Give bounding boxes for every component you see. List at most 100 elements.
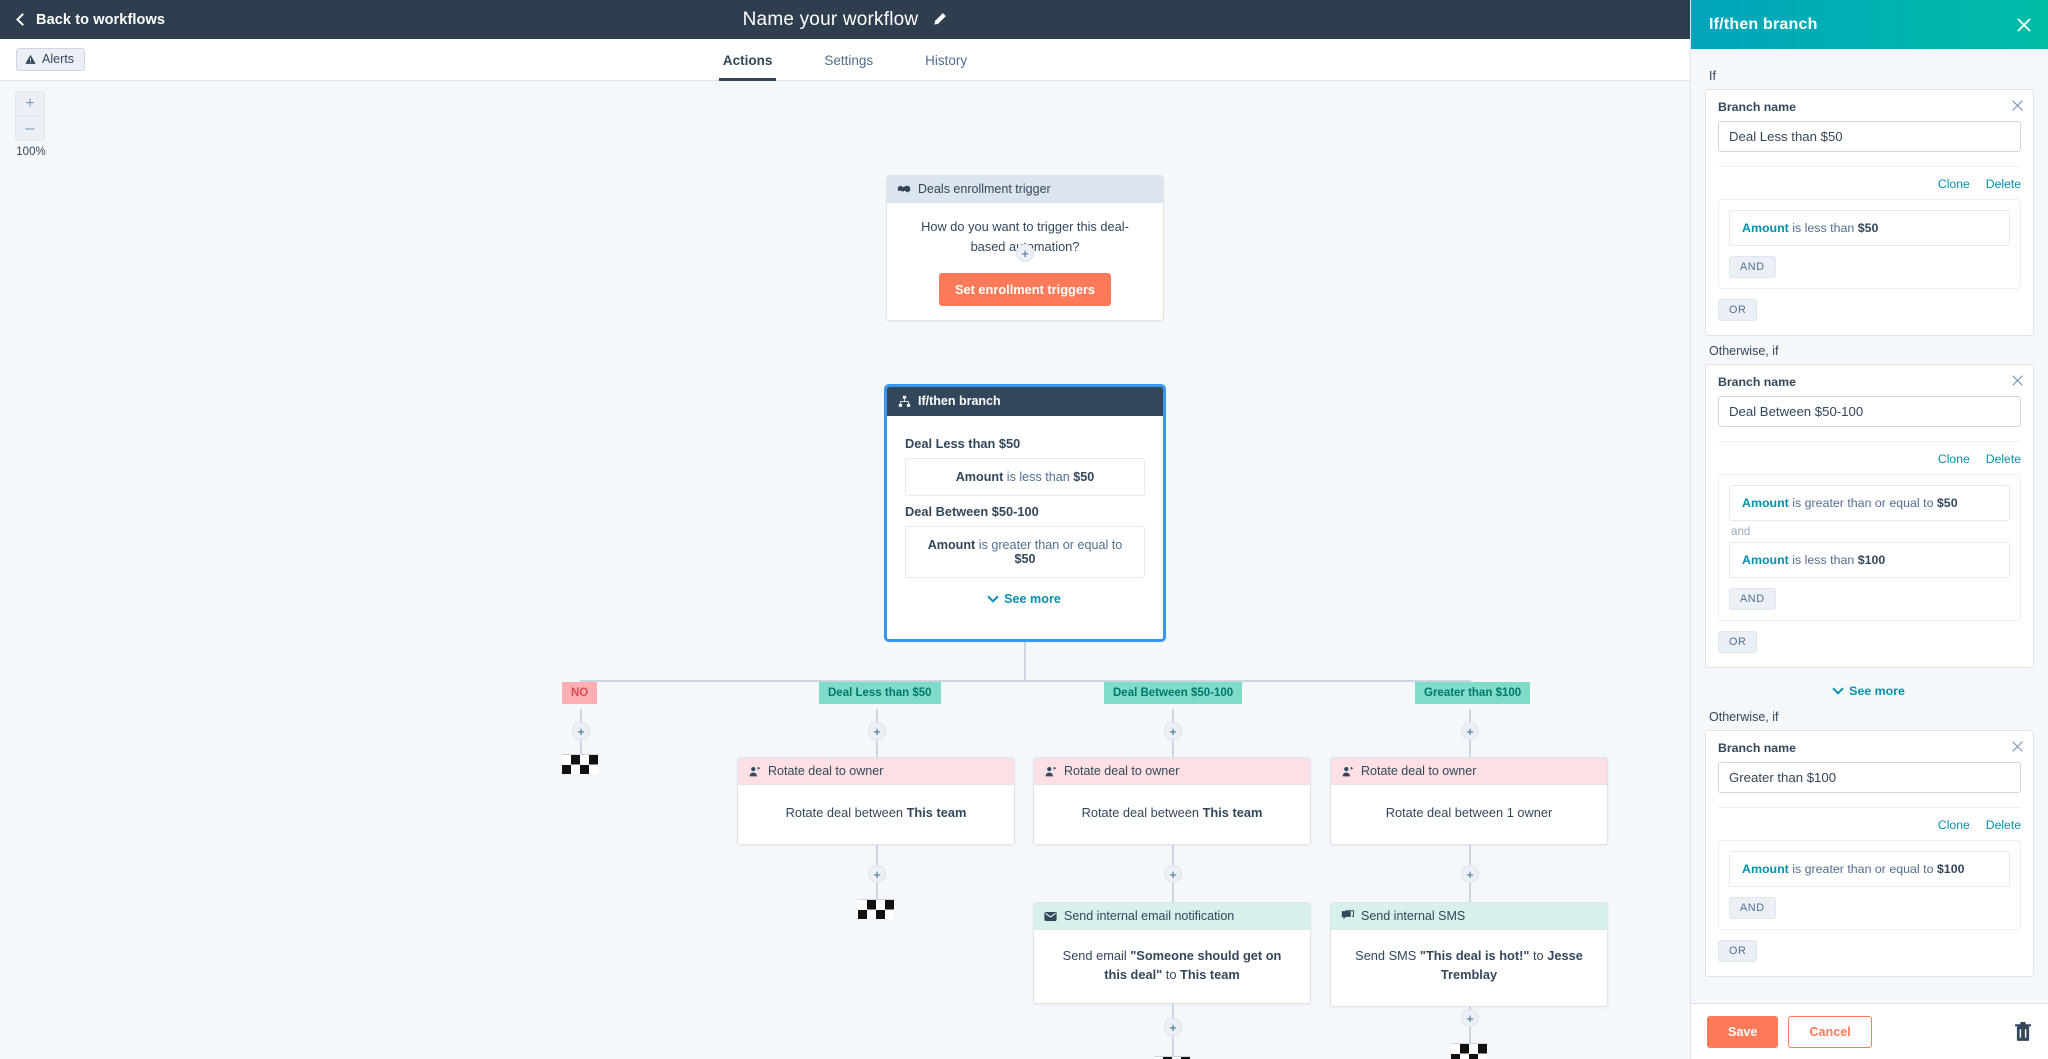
rotate-card-body: Rotate deal between This team [1034, 785, 1310, 844]
add-step-button[interactable]: + [1461, 722, 1479, 740]
email-card-body: Send email "Someone should get on this d… [1034, 930, 1310, 1000]
connector-line [580, 680, 1470, 682]
filter-field: Amount [1742, 862, 1789, 876]
and-chip-0[interactable]: AND [1729, 256, 1776, 278]
filter-operator: is greater than or equal to [1788, 862, 1937, 876]
add-step-button[interactable]: + [1164, 1018, 1182, 1036]
cancel-button[interactable]: Cancel [1788, 1015, 1872, 1048]
add-step-button[interactable]: + [868, 865, 886, 883]
filter-row-1-1[interactable]: Amount is less than $100 [1729, 542, 2010, 578]
zoom-out-button[interactable]: – [15, 116, 45, 141]
clone-button-0[interactable]: Clone [1938, 177, 1970, 191]
zoom-in-button[interactable]: + [15, 91, 45, 116]
filter-wrapper-0: Amount is less than $50 AND [1718, 199, 2021, 289]
filter-field: Amount [1742, 553, 1789, 567]
email-card-title: Send internal email notification [1064, 909, 1235, 923]
panel-body[interactable]: If Branch name Clone Delete [1691, 49, 2048, 1003]
filter-row-0-0[interactable]: Amount is less than $50 [1729, 210, 2010, 246]
branch-conditions-group-1: Clone Delete Amount is greater than or e… [1718, 441, 2021, 653]
branch-name-label-2: Branch name [1718, 741, 1796, 755]
email-card-text-mid: to [1162, 967, 1181, 983]
canvas-see-more-label: See more [1004, 592, 1061, 606]
email-card-header: Send internal email notification [1034, 903, 1310, 930]
add-step-button[interactable]: + [1461, 1009, 1479, 1027]
sms-card-message: "This deal is hot!" [1419, 948, 1530, 963]
and-chip-wrap-0: AND [1729, 256, 2010, 278]
rotate-deal-card-2[interactable]: Rotate deal to owner Rotate deal between… [1033, 757, 1311, 846]
email-card-recipient: This team [1180, 967, 1240, 983]
workflow-canvas[interactable]: + – 100% + Deals enrollment trigger How … [0, 81, 1690, 1059]
and-chip-2[interactable]: AND [1729, 897, 1776, 919]
panel-footer: Save Cancel [1691, 1003, 2048, 1059]
panel-see-more-button-1[interactable]: See more [1705, 672, 2034, 702]
remove-branch-icon[interactable] [2011, 99, 2024, 112]
send-internal-email-card[interactable]: Send internal email notification Send em… [1033, 902, 1311, 1004]
trash-delete-icon[interactable] [2014, 1021, 2032, 1042]
branch-label-deal-less-50[interactable]: Deal Less than $50 [819, 682, 941, 704]
add-step-button[interactable]: + [1164, 865, 1182, 883]
pencil-edit-icon[interactable] [932, 12, 947, 27]
add-step-button[interactable]: + [1461, 865, 1479, 883]
zoom-level-label: 100% [16, 146, 46, 158]
clone-button-2[interactable]: Clone [1938, 818, 1970, 832]
tab-history[interactable]: History [921, 39, 971, 81]
branch-label-greater-100[interactable]: Greater than $100 [1415, 682, 1531, 704]
filter-operator: is less than [1788, 553, 1858, 567]
clone-button-1[interactable]: Clone [1938, 452, 1970, 466]
filter-wrapper-2: Amount is greater than or equal to $100 … [1718, 840, 2021, 930]
canvas-condition-1: Amount is greater than or equal to $50 [905, 526, 1145, 578]
back-to-workflows-label: Back to workflows [36, 11, 166, 28]
branch-label-no[interactable]: NO [562, 682, 598, 704]
add-step-button[interactable]: + [1164, 722, 1182, 740]
sms-card-body: Send SMS "This deal is hot!" to Jesse Tr… [1331, 930, 1607, 1006]
remove-branch-icon[interactable] [2011, 740, 2024, 753]
save-button[interactable]: Save [1707, 1015, 1779, 1048]
add-step-button[interactable]: + [1016, 244, 1034, 262]
filter-value: $100 [1936, 862, 1965, 876]
filter-row-1-0[interactable]: Amount is greater than or equal to $50 [1729, 485, 2010, 521]
rotate-card-header: Rotate deal to owner [1331, 758, 1607, 785]
email-card-text-pre: Send email [1062, 948, 1131, 963]
sms-card-title: Send internal SMS [1361, 909, 1466, 923]
if-then-branch-card[interactable]: If/then branch Deal Less than $50 Amount… [884, 384, 1166, 642]
canvas-branch-name-0: Deal Less than $50 [905, 436, 1021, 451]
canvas-see-more-button[interactable]: See more [905, 578, 1145, 606]
branch-name-input-0[interactable] [1718, 121, 2021, 152]
set-enrollment-triggers-button[interactable]: Set enrollment triggers [938, 272, 1112, 306]
or-chip-1[interactable]: OR [1718, 631, 1758, 653]
filter-operator: is greater than or equal to [1788, 496, 1937, 510]
workflow-editor-page: Back to workflows Name your workflow Ale… [0, 0, 2048, 1059]
close-icon[interactable] [2016, 17, 2032, 33]
branch-label-deal-between-50-100[interactable]: Deal Between $50-100 [1104, 682, 1243, 704]
send-internal-sms-card[interactable]: Send internal SMS Send SMS "This deal is… [1330, 902, 1608, 1008]
workflow-title-group: Name your workflow [0, 0, 1690, 39]
delete-button-1[interactable]: Delete [1986, 452, 2021, 466]
and-connector-word-1: and [1731, 525, 1751, 538]
or-chip-wrap-1: OR [1718, 631, 2021, 653]
branch-name-input-2[interactable] [1718, 762, 2021, 793]
add-step-button[interactable]: + [572, 722, 590, 740]
panel-scroll-area: If Branch name Clone Delete [1691, 49, 2048, 989]
branch-conditions-group-0: Clone Delete Amount is less than $50 AND [1718, 166, 2021, 321]
delete-button-0[interactable]: Delete [1986, 177, 2021, 191]
tab-settings[interactable]: Settings [820, 39, 877, 81]
or-chip-0[interactable]: OR [1718, 299, 1758, 321]
filter-row-2-0[interactable]: Amount is greater than or equal to $100 [1729, 851, 2010, 887]
if-then-branch-panel: If/then branch If Branch name Clone [1690, 0, 2048, 1059]
workflow-end-flag [562, 754, 598, 774]
sub-navigation-bar: Alerts Actions Settings History [0, 39, 1690, 81]
delete-button-2[interactable]: Delete [1986, 818, 2021, 832]
back-to-workflows-link[interactable]: Back to workflows [16, 11, 166, 28]
branch-name-input-1[interactable] [1718, 396, 2021, 427]
filter-field: Amount [1742, 496, 1789, 510]
tab-actions[interactable]: Actions [718, 39, 777, 81]
remove-branch-icon[interactable] [2011, 374, 2024, 387]
rotate-deal-card-1[interactable]: Rotate deal to owner Rotate deal between… [737, 757, 1015, 846]
add-step-button[interactable]: + [868, 722, 886, 740]
and-chip-1[interactable]: AND [1729, 588, 1776, 610]
rotate-deal-card-3[interactable]: Rotate deal to owner Rotate deal between… [1330, 757, 1608, 846]
or-chip-2[interactable]: OR [1718, 940, 1758, 962]
canvas-condition-1-operator: is greater than or equal to [975, 538, 1123, 552]
trigger-card-title: Deals enrollment trigger [918, 182, 1051, 196]
workflow-end-flag [1451, 1043, 1487, 1059]
